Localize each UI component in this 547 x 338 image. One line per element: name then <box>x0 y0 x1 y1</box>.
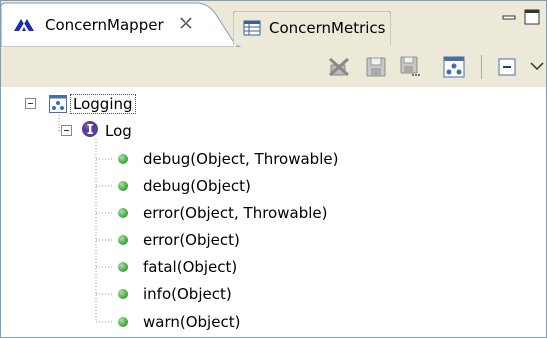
public-method-icon <box>118 154 128 164</box>
tab-concern-metrics[interactable]: ConcernMetrics <box>233 11 391 45</box>
close-icon[interactable] <box>179 16 193 34</box>
method-label: debug(Object) <box>143 177 251 195</box>
save-as-icon[interactable] <box>399 55 423 79</box>
concern-icon <box>49 95 67 113</box>
public-method-icon <box>118 235 128 245</box>
method-label: fatal(Object) <box>143 258 238 276</box>
window-controls <box>498 9 546 29</box>
tab-label: ConcernMapper <box>45 16 164 34</box>
concern-mapper-view: ConcernMapper ConcernMetrics Logging Log… <box>0 0 547 338</box>
concern-tree: Logging Log debug(Object, Throwable) deb… <box>1 87 546 337</box>
public-method-icon <box>118 317 128 327</box>
tab-label: ConcernMetrics <box>269 19 386 37</box>
concern-mapper-icon <box>14 19 34 31</box>
method-label: warn(Object) <box>143 313 241 331</box>
interface-icon <box>82 121 98 137</box>
remove-icon[interactable] <box>327 55 351 79</box>
maximize-icon[interactable] <box>524 9 540 25</box>
collapse-toggle[interactable] <box>25 98 36 109</box>
save-icon[interactable] <box>364 55 388 79</box>
method-label: debug(Object, Throwable) <box>143 150 339 168</box>
view-toolbar <box>1 47 546 88</box>
tab-strip: ConcernMapper ConcernMetrics <box>1 1 546 47</box>
collapse-toggle[interactable] <box>61 125 72 136</box>
concern-model-icon[interactable] <box>442 55 466 79</box>
public-method-icon <box>118 289 128 299</box>
view-menu-icon[interactable] <box>528 55 546 79</box>
toolbar-separator <box>481 55 482 79</box>
tree-node-label: Log <box>105 122 132 140</box>
minimize-icon[interactable] <box>502 13 516 23</box>
method-label: error(Object) <box>143 231 240 249</box>
public-method-icon <box>118 262 128 272</box>
method-label: info(Object) <box>143 285 232 303</box>
tree-node-label: Logging <box>70 94 136 114</box>
public-method-icon <box>118 181 128 191</box>
collapse-all-icon[interactable] <box>495 55 519 79</box>
method-label: error(Object, Throwable) <box>143 204 328 222</box>
table-icon <box>243 20 261 36</box>
public-method-icon <box>118 208 128 218</box>
